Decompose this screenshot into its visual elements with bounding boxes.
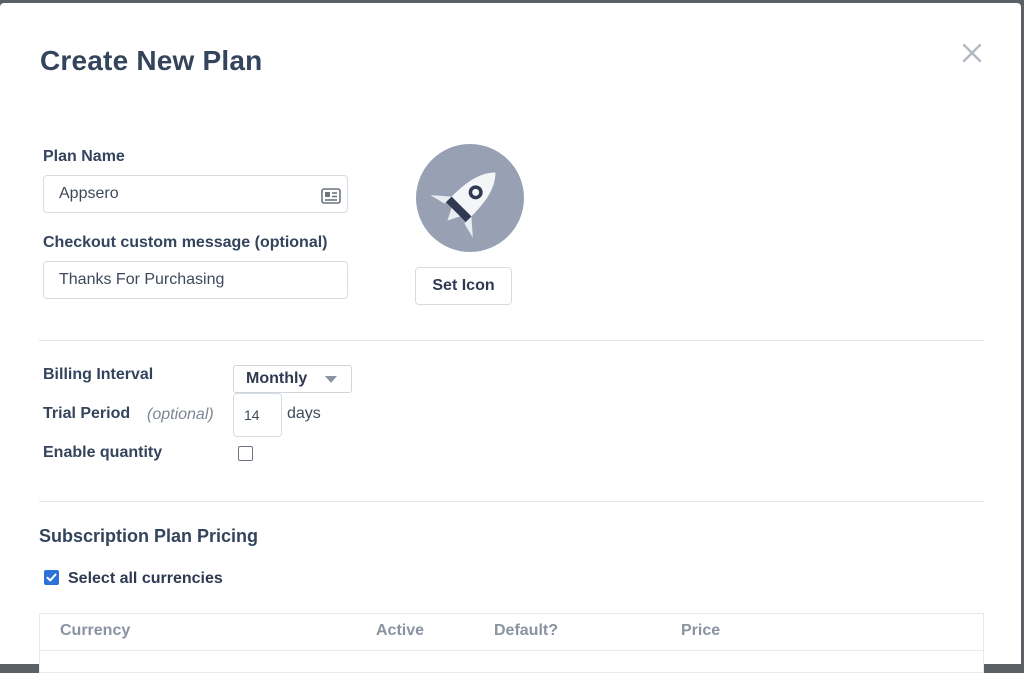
- pricing-section-title: Subscription Plan Pricing: [39, 526, 259, 546]
- plan-icon-preview: [416, 144, 524, 252]
- billing-interval-label: Billing Interval: [43, 366, 154, 383]
- create-plan-modal: Create New Plan Plan Name Appsero Checko…: [0, 3, 1021, 673]
- section-divider: [39, 340, 984, 341]
- currency-pricing-table: Currency Active Default? Price: [39, 613, 984, 673]
- close-icon[interactable]: [958, 39, 986, 67]
- billing-interval-value: Monthly: [246, 370, 308, 387]
- enable-quantity-checkbox[interactable]: [238, 446, 253, 461]
- checkout-message-input[interactable]: Thanks For Purchasing: [43, 261, 348, 299]
- trial-unit-label: days: [287, 405, 321, 422]
- select-all-currencies-checkbox[interactable]: [44, 570, 59, 585]
- modal-title: Create New Plan: [40, 45, 263, 76]
- column-header-active: Active: [376, 622, 425, 639]
- checkout-message-label: Checkout custom message (optional): [43, 234, 328, 251]
- column-header-default: Default?: [494, 622, 558, 639]
- checkmark-icon: [46, 573, 57, 582]
- column-header-currency: Currency: [60, 622, 131, 639]
- contact-card-icon: [321, 188, 341, 204]
- chevron-down-icon: [325, 376, 337, 383]
- column-header-price: Price: [681, 622, 721, 639]
- set-icon-button[interactable]: Set Icon: [415, 267, 512, 305]
- enable-quantity-label: Enable quantity: [43, 444, 163, 461]
- rocket-icon: [430, 172, 496, 238]
- trial-optional-hint: (optional): [147, 406, 214, 423]
- plan-name-input[interactable]: Appsero: [43, 175, 348, 213]
- trial-period-input[interactable]: 14: [233, 393, 282, 437]
- trial-period-label: Trial Period: [43, 405, 131, 422]
- select-all-currencies-label: Select all currencies: [68, 570, 223, 587]
- section-divider-2: [39, 501, 984, 502]
- plan-name-label: Plan Name: [43, 148, 125, 165]
- table-header: Currency Active Default? Price: [40, 614, 983, 651]
